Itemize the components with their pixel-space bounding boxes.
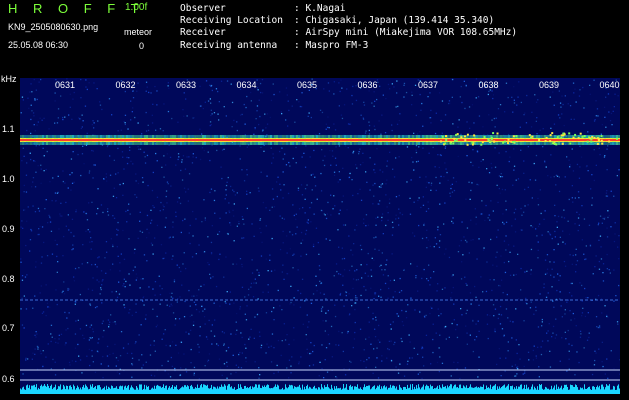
info-key: Receiving antenna [180,39,278,51]
y-tick-label: 0.9 [2,224,15,234]
time-label: 0632 [115,80,136,90]
y-tick-label: 0.7 [2,323,15,333]
y-tick-label: 0.6 [2,374,15,384]
info-row-observer: Observer: K.Nagai [180,3,346,14]
time-label: 0640 [599,80,620,90]
date-time: 25.05.08 06:30 [8,40,69,50]
info-row-antenna: Receiving antenna: Maspro FM-3 [180,39,369,51]
info-value: AirSpy mini (Miakejima VOR 108.65MHz) [305,27,518,39]
info-value: Chigasaki, Japan (139.414 35.340) [305,15,495,27]
time-label: 0633 [176,80,197,90]
meteor-count: 0 [139,41,145,51]
info-row-location: Receiving Location: Chigasaki, Japan (13… [180,15,495,27]
spectrogram-background [20,78,620,394]
time-label: 0631 [55,80,76,90]
file-name: KN9_2505080630.png [8,22,99,32]
time-label: 0634 [236,80,257,90]
info-key: Receiving Location [180,15,283,27]
y-tick-label: 1.0 [2,174,15,184]
spectrogram [20,78,620,394]
time-label: 0638 [478,80,499,90]
info-value: K.Nagai [305,3,346,14]
time-label: 0635 [297,80,318,90]
time-label: 0639 [539,80,560,90]
info-panel: Observer: K.Nagai Receiving Location: Ch… [180,3,517,52]
y-tick-label: 1.1 [2,124,15,134]
info-value: Maspro FM-3 [305,39,369,51]
info-row-receiver: Receiver: AirSpy mini (Miakejima VOR 108… [180,27,518,39]
meteor-label: meteor [124,27,153,37]
info-key: Observer [180,3,226,14]
time-label: 0636 [357,80,378,90]
app-version: 1.00f [125,2,148,13]
y-tick-label: 0.8 [2,274,15,284]
time-axis: 0631 0632 0633 0634 0635 0636 0637 0638 0639 0640 [0,80,629,92]
time-label: 0637 [418,80,439,90]
info-key: Receiver [180,27,226,39]
